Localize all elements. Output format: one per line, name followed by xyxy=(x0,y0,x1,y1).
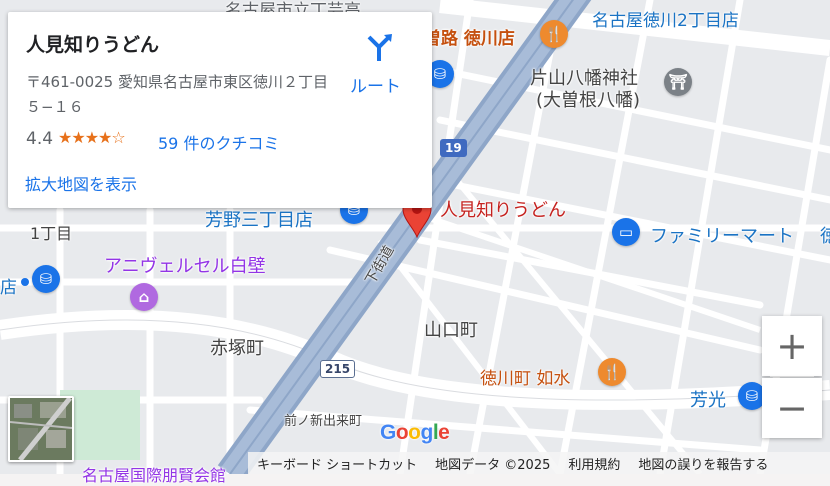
convenience-store-icon[interactable]: ▭ xyxy=(612,218,640,246)
shrine-icon[interactable]: ⛩ xyxy=(664,68,692,96)
route-19-badge: 19 xyxy=(440,139,467,157)
place-title: 人見知りうどん xyxy=(26,34,160,56)
label-maenoshin: 前ノ新出来町 xyxy=(284,414,363,429)
label-houko[interactable]: 芳光 xyxy=(690,386,726,412)
star-rating-icon: ★★★★☆ xyxy=(58,128,126,147)
wedding-hall-icon[interactable]: ⌂ xyxy=(130,283,158,311)
marker-label[interactable]: 人見知りうどん xyxy=(440,196,566,222)
label-tokugawa-josui[interactable]: 徳川町 如水 xyxy=(480,364,570,389)
restaurant-icon-2[interactable]: 🍴 xyxy=(598,358,626,386)
label-1-chome: 1丁目 xyxy=(30,224,73,243)
satellite-toggle-thumbnail[interactable] xyxy=(8,396,74,462)
label-left-store[interactable]: 店 xyxy=(0,273,17,298)
directions-arrow-icon[interactable] xyxy=(364,30,394,62)
label-tokugawa-store[interactable]: 曽路 徳川店 xyxy=(424,24,515,49)
larger-map-link[interactable]: 拡大地図を表示 xyxy=(25,171,137,195)
label-family-mart-cont: 徳 xyxy=(820,226,830,247)
reviews-link[interactable]: 59 件のクチコミ xyxy=(158,130,279,154)
directions-button[interactable]: ルート xyxy=(350,72,401,97)
zoom-in-button[interactable]: + xyxy=(762,316,822,376)
label-akatsuka: 赤塚町 xyxy=(210,338,264,359)
zoom-divider xyxy=(770,376,814,377)
keyboard-shortcuts-link[interactable]: キーボード ショートカット xyxy=(248,454,426,473)
map-data-attribution: 地図データ ©2025 xyxy=(435,457,551,473)
label-katayama-shrine-2: (大曽根八幡) xyxy=(536,90,641,111)
label-family-mart[interactable]: ファミリーマート xyxy=(650,222,794,248)
place-address: 〒461-0025 愛知県名古屋市東区徳川２丁目５−１６ xyxy=(26,73,328,116)
label-yamaguchi: 山口町 xyxy=(424,320,478,341)
label-yoshino-store[interactable]: 芳野三丁目店 xyxy=(205,206,313,232)
place-rating: 4.4 xyxy=(26,129,54,149)
zoom-out-button[interactable]: − xyxy=(762,378,822,438)
report-error-link[interactable]: 地図の誤りを報告する xyxy=(629,454,777,473)
restaurant-icon[interactable]: 🍴 xyxy=(540,20,568,48)
terms-link[interactable]: 利用規約 xyxy=(559,454,629,473)
satellite-preview-icon xyxy=(10,398,72,460)
label-nagoya-tokugawa-2[interactable]: 名古屋徳川2丁目店 xyxy=(592,6,739,31)
label-anivel[interactable]: アニヴェルセル白壁 xyxy=(104,252,266,278)
map-footer: キーボード ショートカット 地図データ ©2025 利用規約 地図の誤りを報告す… xyxy=(248,452,830,474)
route-215-badge: 215 xyxy=(320,360,356,378)
label-bottom-partial: 名古屋国際朋賢会館 xyxy=(82,466,227,485)
place-card: 人見知りうどん 〒461-0025 愛知県名古屋市東区徳川２丁目５−１６ 4.4… xyxy=(8,12,432,208)
google-logo: Google xyxy=(380,421,450,444)
left-shop-icon[interactable]: ⛁ xyxy=(32,265,60,293)
